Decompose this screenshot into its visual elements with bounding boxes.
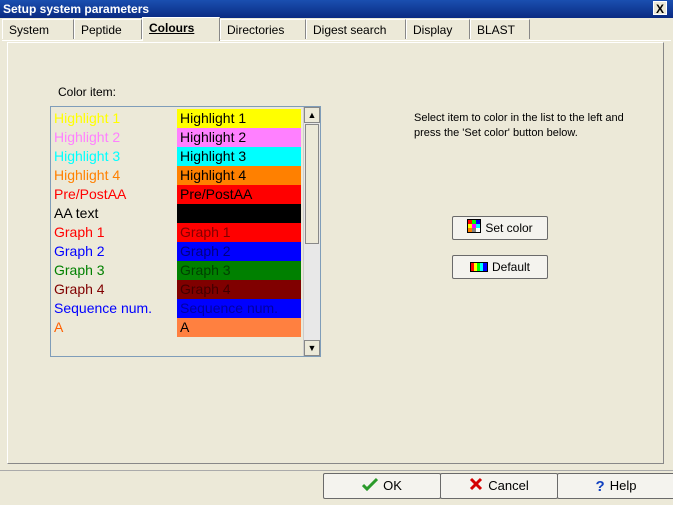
tab-colours[interactable]: Colours [142, 17, 220, 41]
cross-icon [469, 475, 483, 499]
color-swatch: Graph 1 [177, 223, 301, 242]
color-swatch: Highlight 4 [177, 166, 301, 185]
list-item[interactable]: Highlight 4 Highlight 4 [51, 166, 303, 185]
list-item[interactable]: Pre/PostAA Pre/PostAA [51, 185, 303, 204]
color-swatch: Graph 3 [177, 261, 301, 280]
tab-peptide[interactable]: Peptide [74, 19, 142, 39]
list-item[interactable]: Graph 4 Graph 4 [51, 280, 303, 299]
tab-system[interactable]: System [2, 19, 74, 39]
ok-button[interactable]: OK [323, 473, 441, 499]
help-label: Help [609, 478, 637, 493]
list-item[interactable]: Highlight 1 Highlight 1 [51, 109, 303, 128]
instructions-text: Select item to color in the list to the … [414, 112, 624, 139]
scroll-thumb[interactable] [305, 124, 319, 244]
color-swatch: Graph 4 [177, 280, 301, 299]
color-swatch: Pre/PostAA [177, 185, 301, 204]
scroll-up-icon[interactable]: ▲ [304, 107, 320, 123]
tab-label: Digest search [313, 23, 387, 37]
tab-strip: System Peptide Colours Directories Diges… [2, 17, 671, 41]
ok-label: OK [383, 478, 402, 493]
color-item-name: Pre/PostAA [54, 186, 127, 202]
color-swatch: Highlight 2 [177, 128, 301, 147]
list-item[interactable]: Graph 1 Graph 1 [51, 223, 303, 242]
cancel-label: Cancel [488, 478, 529, 493]
tab-digest-search[interactable]: Digest search [306, 19, 406, 39]
color-swatch: Sequence num. [177, 299, 301, 318]
color-item-name: AA text [54, 205, 99, 221]
color-item-name: Highlight 1 [54, 110, 121, 126]
color-swatch: Highlight 3 [177, 147, 301, 166]
color-bar-icon [469, 257, 488, 279]
list-item[interactable]: Graph 2 Graph 2 [51, 242, 303, 261]
color-swatch: Graph 2 [177, 242, 301, 261]
tab-label: Peptide [81, 23, 122, 37]
color-item-name: Graph 3 [54, 262, 105, 278]
list-item[interactable]: Highlight 3 Highlight 3 [51, 147, 303, 166]
set-color-button[interactable]: Set color [452, 216, 548, 240]
scroll-down-icon[interactable]: ▼ [304, 340, 320, 356]
list-item[interactable]: AA [51, 318, 303, 337]
tab-label: Display [413, 23, 453, 37]
cancel-button[interactable]: Cancel [440, 473, 558, 499]
color-item-name: Graph 2 [54, 243, 105, 259]
title-bar: Setup system parameters X [0, 0, 673, 18]
color-item-name: Highlight 2 [54, 129, 121, 145]
tab-blast[interactable]: BLAST [470, 19, 530, 39]
list-item[interactable]: Sequence num. Sequence num. [51, 299, 303, 318]
color-item-label: Color item: [58, 85, 117, 99]
color-grid-icon [467, 218, 482, 240]
color-item-name: A [54, 319, 64, 335]
color-item-name: Highlight 4 [54, 167, 121, 183]
color-item-name: Graph 4 [54, 281, 105, 297]
color-item-name: Highlight 3 [54, 148, 121, 164]
list-item[interactable]: Graph 3 Graph 3 [51, 261, 303, 280]
color-item-name: Graph 1 [54, 224, 105, 240]
tab-label: Colours [149, 21, 195, 35]
tab-display[interactable]: Display [406, 19, 470, 39]
color-swatch [177, 204, 301, 223]
default-button[interactable]: Default [452, 255, 548, 279]
set-color-label: Set color [485, 221, 533, 235]
color-item-list[interactable]: Highlight 1 Highlight 1 Highlight 2 Highlig… [50, 106, 321, 357]
question-icon: ? [595, 477, 605, 495]
list-scrollbar[interactable]: ▲ ▼ [303, 107, 320, 356]
window-title: Setup system parameters [3, 2, 150, 16]
tab-directories[interactable]: Directories [220, 19, 306, 39]
default-label: Default [491, 260, 531, 274]
checkmark-icon [362, 475, 379, 499]
tab-label: Directories [227, 23, 285, 37]
list-item[interactable]: AA text [51, 204, 303, 223]
tab-label: System [9, 23, 50, 37]
help-button[interactable]: ? Help [557, 473, 673, 499]
tab-label: BLAST [477, 23, 516, 37]
color-item-name: Sequence num. [54, 300, 153, 316]
color-swatch: Highlight 1 [177, 109, 301, 128]
list-item[interactable]: Highlight 2 Highlight 2 [51, 128, 303, 147]
close-button[interactable]: X [653, 1, 667, 16]
color-swatch: A [177, 318, 301, 337]
